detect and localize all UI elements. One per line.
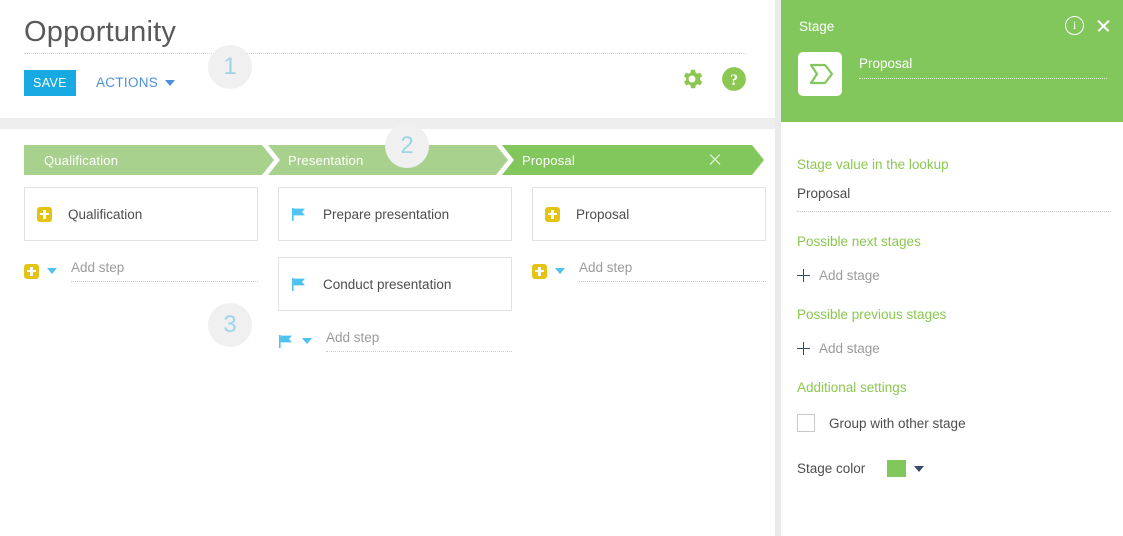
annotation-badge-2: 2 (385, 124, 429, 168)
plus-icon (797, 342, 810, 355)
app-root: Opportunity SAVE ACTIONS ? (0, 0, 1123, 536)
annotation-badge-3: 3 (208, 303, 252, 347)
stage-segment-proposal[interactable]: Proposal (502, 145, 764, 175)
gear-icon[interactable] (679, 66, 705, 92)
add-step-row[interactable]: Add step (532, 257, 766, 285)
chevron-down-icon[interactable] (302, 338, 312, 344)
actions-dropdown[interactable]: ACTIONS (96, 75, 175, 90)
add-next-stage-label: Add stage (819, 268, 880, 283)
stage-name-underline (859, 78, 1107, 79)
add-step-input[interactable]: Add step (579, 260, 766, 282)
stage-color-label: Stage color (797, 461, 865, 476)
step-name: Conduct presentation (323, 277, 451, 292)
plus-icon (37, 207, 52, 222)
additional-settings-label: Additional settings (797, 380, 907, 395)
stage-name-field[interactable]: Proposal (859, 56, 1107, 79)
page-title: Opportunity (24, 16, 176, 49)
header-icons: ? (679, 66, 747, 92)
annotation-badge-1: 1 (208, 45, 252, 89)
panel-title: Stage (799, 19, 834, 34)
stage-segment-label: Qualification (44, 153, 118, 168)
step-name: Proposal (576, 207, 629, 222)
svg-text:?: ? (730, 71, 738, 89)
section-divider (0, 118, 775, 129)
lookup-label: Stage value in the lookup (797, 157, 949, 172)
step-card[interactable]: Conduct presentation (278, 257, 512, 311)
chevron-down-icon (165, 80, 175, 86)
group-with-other-stage-label: Group with other stage (829, 416, 966, 431)
stage-chevron-icon (798, 52, 842, 96)
page-header: Opportunity SAVE ACTIONS ? (0, 0, 775, 118)
stage-panel: Stage i Proposal Stage value in the look… (781, 0, 1123, 536)
add-step-input[interactable]: Add step (326, 330, 512, 352)
actions-label: ACTIONS (96, 75, 158, 90)
plus-icon[interactable] (532, 264, 547, 279)
step-card[interactable]: Proposal (532, 187, 766, 241)
add-step-row[interactable]: Add step (24, 257, 258, 285)
panel-body: Stage value in the lookup Proposal Possi… (781, 122, 1123, 536)
title-divider (24, 53, 746, 54)
stage-segment-label: Proposal (522, 153, 575, 168)
close-icon[interactable] (1096, 18, 1111, 33)
lookup-value[interactable]: Proposal (797, 186, 1111, 208)
add-previous-stage-label: Add stage (819, 341, 880, 356)
stage-columns: Qualification Add step (24, 187, 764, 355)
chevron-down-icon[interactable] (47, 268, 57, 274)
step-card[interactable]: Prepare presentation (278, 187, 512, 241)
step-name: Prepare presentation (323, 207, 449, 222)
group-with-other-stage-row: Group with other stage (797, 414, 966, 432)
plus-icon (545, 207, 560, 222)
group-with-other-stage-checkbox[interactable] (797, 414, 815, 432)
chevron-down-icon[interactable] (555, 268, 565, 274)
plus-icon (797, 269, 810, 282)
next-stages-label: Possible next stages (797, 234, 921, 249)
close-icon[interactable] (708, 153, 722, 167)
add-step-input[interactable]: Add step (71, 260, 258, 282)
info-icon[interactable]: i (1065, 16, 1084, 35)
stage-name-value: Proposal (859, 56, 1107, 78)
panel-header: Stage i Proposal (781, 0, 1123, 122)
step-name: Qualification (68, 207, 142, 222)
stage-color-row: Stage color (797, 460, 924, 477)
color-swatch[interactable] (887, 460, 906, 477)
add-step-row[interactable]: Add step (278, 327, 512, 355)
panel-header-icons: i (1065, 16, 1111, 35)
chevron-down-icon[interactable] (914, 466, 924, 472)
plus-icon[interactable] (24, 264, 39, 279)
flag-icon (291, 206, 307, 222)
main-content: Opportunity SAVE ACTIONS ? (0, 0, 775, 536)
flag-icon (291, 276, 307, 292)
stage-board: Qualification Presentation Proposal Qual… (0, 129, 775, 536)
lookup-underline (797, 211, 1111, 212)
flag-icon[interactable] (278, 333, 294, 349)
stage-color-picker[interactable] (887, 460, 924, 477)
stage-segment-label: Presentation (288, 153, 363, 168)
help-icon[interactable]: ? (721, 66, 747, 92)
add-next-stage-button[interactable]: Add stage (797, 268, 880, 283)
stage-column-presentation: Prepare presentation Conduct presentatio… (278, 187, 512, 355)
stage-column-proposal: Proposal Add step (532, 187, 766, 355)
previous-stages-label: Possible previous stages (797, 307, 946, 322)
add-previous-stage-button[interactable]: Add stage (797, 341, 880, 356)
step-card[interactable]: Qualification (24, 187, 258, 241)
save-button[interactable]: SAVE (24, 70, 76, 96)
stage-segment-qualification[interactable]: Qualification (24, 145, 274, 175)
